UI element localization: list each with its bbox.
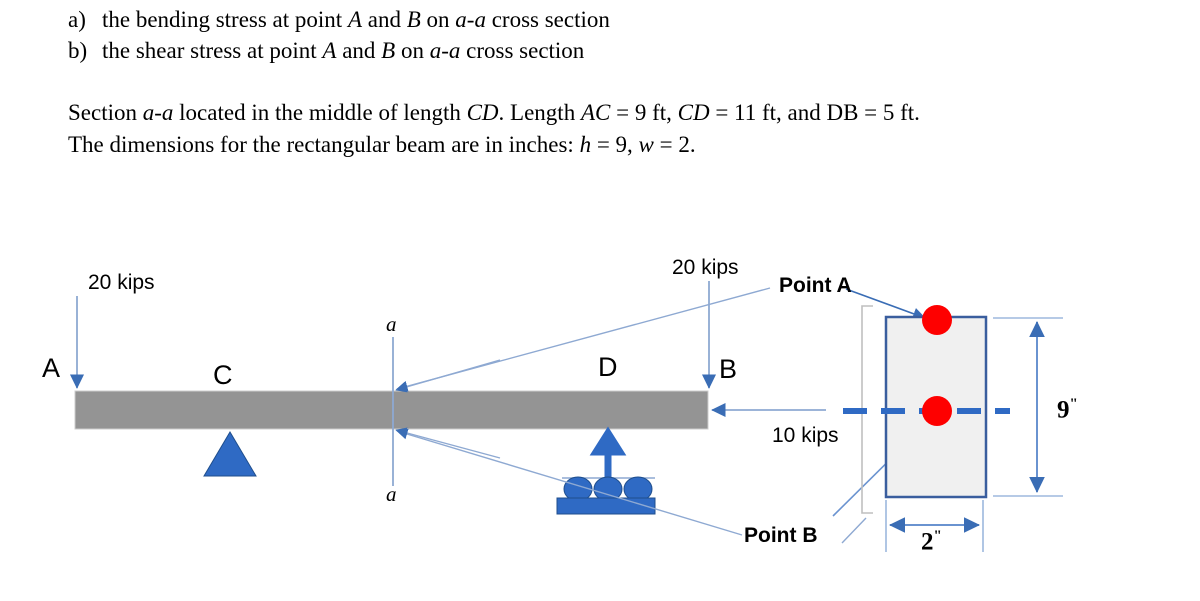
point-A-marker [922,305,952,335]
roller-circle-right [623,476,653,502]
point-B-marker [922,396,952,426]
section-leader-bottom [395,427,501,459]
beam-diagram: 20 kips 20 kips 10 kips A C D B a a Poin… [0,0,1200,601]
label-load-20kips-D: 20 kips [672,256,739,279]
leader-pointB-to-section [396,428,743,536]
node-label-C: C [213,360,233,390]
section-label-a-bottom: a [386,482,397,506]
label-load-10kips-B: 10 kips [772,424,839,447]
callout-label-point-a: Point A [779,274,852,297]
dimension-label-width: 2" [921,528,942,556]
roller-base [556,497,656,515]
section-label-a-top: a [386,312,397,336]
node-label-D: D [598,352,618,382]
roller-support [556,426,656,515]
label-load-20kips-A: 20 kips [88,271,155,294]
pin-support-triangle [203,431,257,477]
diagram-canvas [69,281,1063,552]
reaction-arrow [589,426,627,480]
node-label-A: A [42,353,61,383]
callout-line-pointA [845,288,926,320]
node-label-B: B [719,354,738,384]
problem-figure-page: a) the bending stress at point A and B o… [0,0,1200,601]
callout-tick-pointB [841,517,867,544]
callout-label-point-b: Point B [744,524,818,547]
dimension-label-height: 9" [1057,396,1078,424]
leader-pointA-to-section [396,287,771,392]
beam-body [74,390,709,430]
